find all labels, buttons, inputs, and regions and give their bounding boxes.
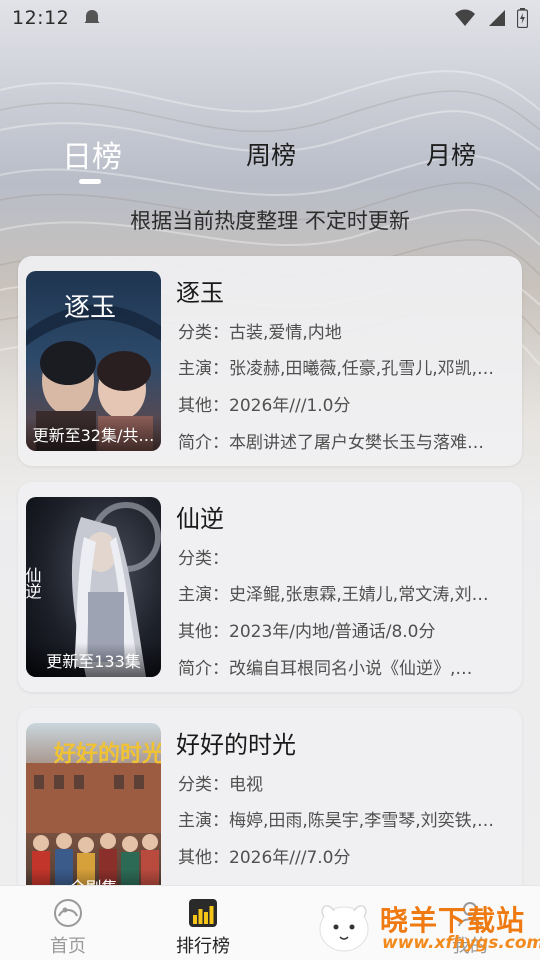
ranking-icon (189, 899, 217, 927)
status-bar: 12:12 (0, 0, 540, 36)
item-other: 其他：2023年/内地/普通话/8.0分 (178, 622, 436, 642)
item-title: 好好的时光 (176, 731, 296, 759)
nav-ranking[interactable]: 排行榜 (163, 898, 243, 958)
tab-monthly[interactable]: 月榜 (426, 136, 476, 172)
episode-badge: 更新至32集/共… (26, 417, 161, 451)
episode-badge: 更新至133集 (26, 643, 161, 677)
tab-weekly[interactable]: 周榜 (246, 136, 296, 172)
poster-title-text: 仙逆 (26, 567, 42, 599)
item-other: 其他：2026年///7.0分 (178, 848, 351, 868)
ranking-tabs: 日榜 周榜 月榜 (0, 130, 540, 190)
item-cast: 主演：张凌赫,田曦薇,任豪,孔雪儿,邓凯,… (178, 359, 495, 379)
list-item[interactable]: 逐玉 更新至32集/共… 逐玉 分类：古装,爱情,内地 主演：张凌赫,田曦薇,任… (18, 256, 522, 466)
poster-title-text: 逐玉 (64, 293, 116, 323)
battery-icon (517, 8, 528, 28)
nav-ranking-label: 排行榜 (176, 936, 230, 957)
item-cast: 主演：梅婷,田雨,陈昊宇,李雪琴,刘奕铁,… (178, 811, 495, 831)
item-title: 仙逆 (176, 505, 224, 533)
poster-image: 逐玉 更新至32集/共… (26, 271, 161, 451)
nav-home-label: 首页 (50, 936, 86, 957)
status-time: 12:12 (12, 7, 70, 29)
item-other: 其他：2026年///1.0分 (178, 396, 351, 416)
item-category: 分类：电视 (178, 775, 263, 795)
watermark-url: www.xfhygs.com (382, 933, 540, 953)
watermark-logo: 晓羊下载站 www.xfhygs.com (308, 895, 540, 960)
wifi-icon (455, 9, 475, 26)
item-category: 分类： (178, 549, 229, 569)
nav-home[interactable]: 首页 (28, 898, 108, 958)
item-title: 逐玉 (176, 279, 224, 307)
tab-daily[interactable]: 日榜 (62, 132, 122, 176)
poster-title-text: 好好的时光 (53, 741, 161, 767)
home-icon (54, 899, 82, 927)
item-category: 分类：古装,爱情,内地 (178, 323, 342, 343)
list-item[interactable]: 仙逆 更新至133集 仙逆 分类： 主演：史泽鲲,张恵霖,王婧儿,常文涛,刘… … (18, 482, 522, 692)
item-intro: 简介：改编自耳根同名小说《仙逆》,… (178, 659, 473, 679)
item-cast: 主演：史泽鲲,张恵霖,王婧儿,常文涛,刘… (178, 585, 489, 605)
sheep-logo-icon (319, 905, 369, 952)
signal-icon (489, 10, 505, 26)
active-tab-indicator (79, 179, 101, 184)
ranking-subtitle: 根据当前热度整理 不定时更新 (130, 209, 410, 233)
poster-image: 仙逆 更新至133集 (26, 497, 161, 677)
item-intro: 简介：本剧讲述了屠户女樊长玉与落难… (178, 433, 484, 453)
poster-image: 好好的时光 全剧集 (26, 723, 161, 903)
notification-icon (84, 10, 100, 23)
